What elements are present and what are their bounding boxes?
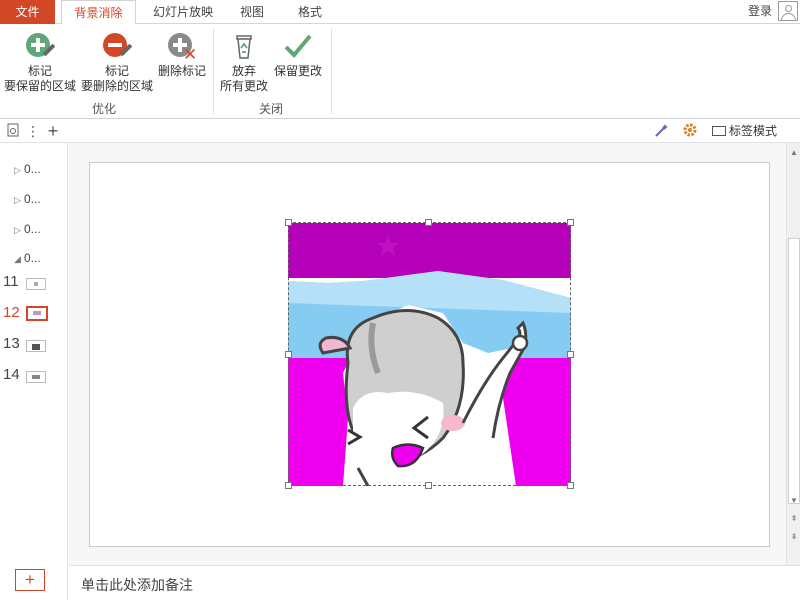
notes-pane[interactable]: 单击此处添加备注 [69,565,800,600]
ribbon: 标记 要保留的区域 标记 要删除的区域 ✕ 删除标记 优化 放弃 所有更改 保留… [0,24,800,119]
tab-slideshow[interactable]: 幻灯片放映 [142,0,224,24]
scrollbar-thumb[interactable] [788,238,800,504]
section-item[interactable]: ◢ 0... [14,251,41,265]
slide-thumbnail[interactable] [26,340,46,352]
scroll-down-icon[interactable]: ▼ [788,495,800,507]
expand-arrow-icon: ▷ [14,225,21,235]
slide-number-selected: 12 [3,304,20,321]
tab-format[interactable]: 格式 [284,0,336,24]
slide-thumbnail[interactable] [26,278,46,290]
recycle-bin-icon [228,30,260,62]
notes-placeholder: 单击此处添加备注 [81,577,193,593]
group-separator [331,28,332,114]
expand-arrow-icon: ▷ [14,165,21,175]
gear-icon[interactable] [681,122,699,140]
section-item[interactable]: ▷ 0... [14,192,41,206]
discard-changes-button[interactable]: 放弃 所有更改 [218,30,270,94]
resize-handle[interactable] [567,219,574,226]
expand-arrow-icon: ▷ [14,195,21,205]
delete-mark-icon: ✕ [166,30,198,63]
tag-mode-label: 标签模式 [729,124,778,138]
tab-view[interactable]: 视图 [228,0,276,24]
group-separator [213,28,214,114]
add-icon[interactable]: + [44,122,62,140]
mark-keep-label-2: 要保留的区域 [4,79,77,93]
collapse-arrow-icon: ◢ [14,254,21,264]
slide-thumbnail[interactable] [26,371,46,383]
group-label-close: 关闭 [259,102,284,116]
keep-changes-label: 保留更改 [273,64,322,78]
next-slide-icon[interactable]: ⇟ [788,531,800,543]
mark-remove-label-2: 要删除的区域 [80,79,153,93]
mark-keep-label-1: 标记 [27,64,52,78]
resize-handle[interactable] [285,219,292,226]
ribbon-tab-bar: 文件 背景消除 幻灯片放映 视图 格式 登录 [0,0,800,25]
tab-file[interactable]: 文件 [0,0,55,24]
checkmark-icon [282,30,314,62]
resize-handle[interactable] [285,351,292,358]
section-item[interactable]: ▷ 0... [14,162,41,176]
delete-mark-label: 删除标记 [157,64,206,78]
group-label-optimize: 优化 [92,102,117,116]
slide-number: 14 [3,366,20,383]
resize-handle[interactable] [425,219,432,226]
previous-slide-icon[interactable]: ⇞ [788,513,800,525]
magic-wand-icon[interactable] [653,122,671,140]
vertical-scrollbar[interactable]: ▲ ▼ ⇞ ⇟ [786,143,800,565]
mark-keep-icon [24,30,56,62]
add-slide-button[interactable]: + [15,569,45,591]
secondary-toolbar: ⋮ + 标签模式 [0,119,800,143]
mark-keep-button[interactable]: 标记 要保留的区域 [4,30,76,94]
keyboard-icon [712,126,726,136]
discard-label-2: 所有更改 [219,79,268,93]
resize-handle[interactable] [567,351,574,358]
discard-label-1: 放弃 [231,64,256,78]
tab-background-removal[interactable]: 背景消除 [61,0,136,25]
mark-remove-label-1: 标记 [104,64,129,78]
section-icon[interactable] [4,122,22,140]
slide-number: 13 [3,335,20,352]
tag-mode-button[interactable]: 标签模式 [712,122,777,140]
delete-mark-button[interactable]: ✕ 删除标记 [156,30,208,79]
login-link[interactable]: 登录 [748,0,772,22]
resize-handle[interactable] [285,482,292,489]
resize-handle[interactable] [425,482,432,489]
slide-number: 11 [3,273,19,290]
scroll-up-icon[interactable]: ▲ [788,147,800,159]
resize-handle[interactable] [567,482,574,489]
mark-remove-icon [101,30,133,62]
avatar[interactable] [778,1,798,21]
more-icon[interactable]: ⋮ [26,122,40,140]
picture-selection-frame [288,222,571,486]
slide-thumbnail-selected[interactable] [26,306,48,321]
mark-remove-button[interactable]: 标记 要删除的区域 [80,30,154,94]
section-item[interactable]: ▷ 0... [14,222,41,236]
keep-changes-button[interactable]: 保留更改 [272,30,324,79]
